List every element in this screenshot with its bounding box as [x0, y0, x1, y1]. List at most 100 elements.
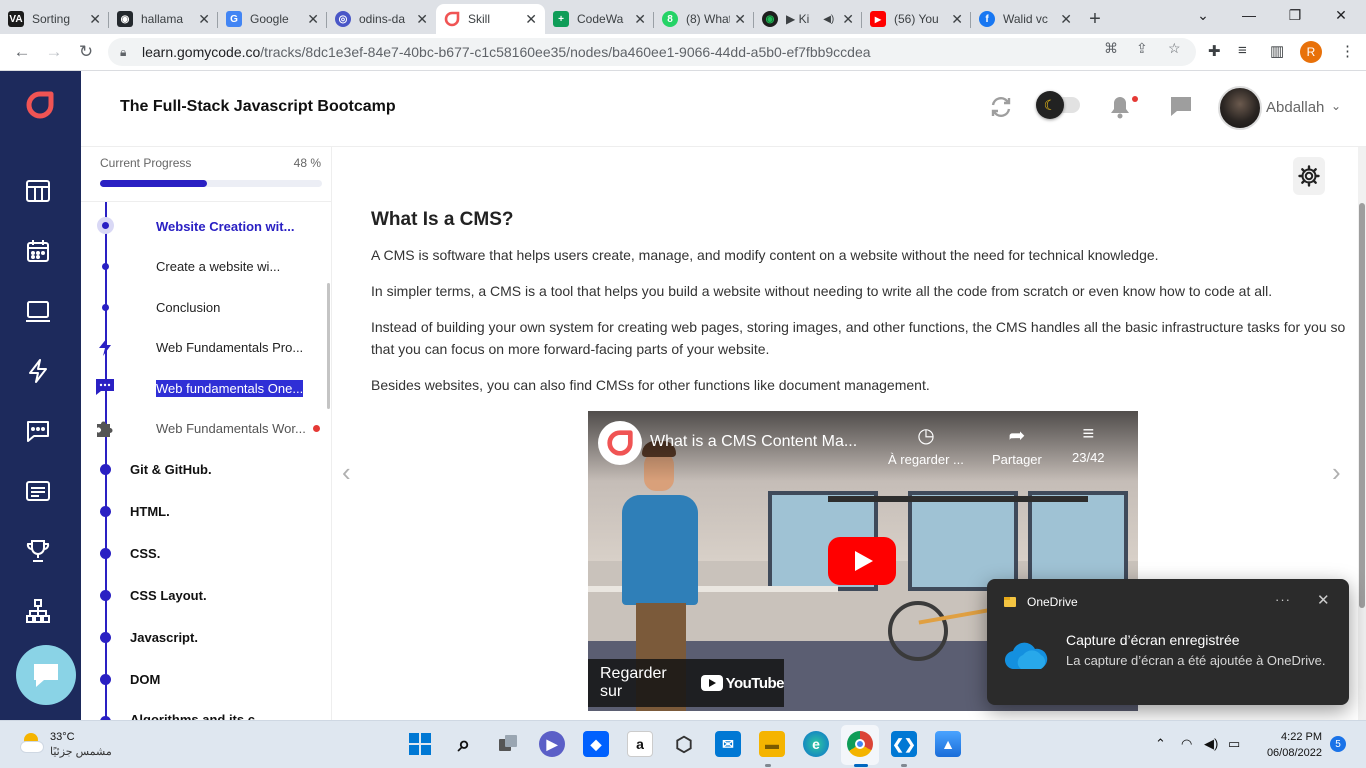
close-icon[interactable]: ✕: [525, 11, 537, 28]
extensions-icon[interactable]: ✚: [1208, 42, 1221, 60]
address-bar[interactable]: 🔒︎ learn.gomycode.co/tracks/8dc1e3ef-84e…: [108, 38, 1196, 66]
close-icon[interactable]: ✕: [734, 11, 746, 28]
close-icon[interactable]: ✕: [89, 11, 101, 28]
browser-tab[interactable]: ◉ ▶ Ki ◀) ✕: [754, 4, 862, 34]
module-item[interactable]: HTML.: [130, 504, 170, 519]
close-icon[interactable]: ✕: [1317, 591, 1330, 609]
tab-search-icon[interactable]: ⌄: [1180, 0, 1226, 30]
task-view-icon[interactable]: [495, 731, 521, 757]
browser-tab[interactable]: ◉ hallama ✕: [109, 4, 218, 34]
close-icon[interactable]: ✕: [951, 11, 963, 28]
page-scrollbar[interactable]: [1358, 147, 1366, 720]
watch-later-button[interactable]: ◷ À regarder ...: [888, 423, 964, 467]
module-item[interactable]: Javascript.: [130, 630, 198, 645]
trophy-icon[interactable]: [25, 538, 51, 564]
chevron-up-icon[interactable]: ⌃: [1155, 736, 1166, 752]
weather-widget[interactable]: 33°C مشمس جزئيًا: [20, 731, 112, 758]
edge-icon[interactable]: e: [803, 731, 829, 757]
module-item[interactable]: Algorithms and its c...: [130, 712, 266, 720]
sidebar-scrollbar[interactable]: [327, 283, 330, 409]
dropbox-icon[interactable]: ◆: [583, 731, 609, 757]
gomycode-logo[interactable]: [24, 89, 56, 121]
battery-icon[interactable]: ▭: [1228, 736, 1240, 752]
photos-icon[interactable]: ▲: [935, 731, 961, 757]
file-explorer-icon[interactable]: ▬: [759, 731, 785, 757]
close-icon[interactable]: ✕: [307, 11, 319, 28]
system-clock[interactable]: 4:22 PM 06/08/2022: [1260, 729, 1322, 761]
settings-button[interactable]: [1293, 157, 1325, 195]
scrollbar-thumb[interactable]: [1359, 203, 1365, 608]
play-button[interactable]: [828, 537, 896, 585]
playlist-button[interactable]: ≡ 23/42: [1072, 423, 1105, 465]
onedrive-notification[interactable]: OneDrive ··· ✕ Capture d’écran enregistr…: [987, 579, 1349, 705]
lightning-icon[interactable]: [25, 358, 51, 384]
watch-on-youtube-button[interactable]: Regarder sur YouTube: [588, 659, 785, 707]
dark-mode-toggle[interactable]: ☾: [1036, 91, 1080, 119]
refresh-icon[interactable]: [989, 95, 1013, 124]
previous-arrow[interactable]: ‹: [342, 457, 351, 488]
module-item[interactable]: CSS.: [130, 546, 160, 561]
lesson-item[interactable]: Conclusion: [156, 300, 220, 315]
translate-icon[interactable]: ⌘: [1104, 40, 1118, 57]
amazon-icon[interactable]: a: [627, 731, 653, 757]
media-control-icon[interactable]: ≡: [1238, 42, 1247, 59]
module-item[interactable]: DOM: [130, 672, 160, 687]
bell-icon[interactable]: [1109, 95, 1131, 124]
new-tab-button[interactable]: +: [1080, 4, 1110, 34]
support-chat-button[interactable]: [16, 645, 76, 705]
bookmark-star-icon[interactable]: ☆: [1168, 40, 1181, 57]
chevron-down-icon[interactable]: ⌄: [1331, 99, 1341, 113]
close-icon[interactable]: ✕: [416, 11, 428, 28]
settings-app-icon[interactable]: ⬡: [671, 731, 697, 757]
chat-icon[interactable]: [25, 418, 51, 444]
browser-tab[interactable]: ◎ odins-da ✕: [327, 4, 436, 34]
forward-icon[interactable]: →: [42, 40, 66, 64]
side-panel-icon[interactable]: ▥: [1270, 42, 1284, 60]
reload-icon[interactable]: ↻: [74, 40, 98, 64]
laptop-icon[interactable]: [25, 298, 51, 324]
browser-tab-active[interactable]: Skill ✕: [436, 4, 545, 34]
window-close-icon[interactable]: ✕: [1318, 0, 1364, 30]
browser-tab[interactable]: 8 (8) What ✕: [654, 4, 754, 34]
mail-icon[interactable]: ✉: [715, 731, 741, 757]
browser-tab[interactable]: + CodeWa ✕: [545, 4, 654, 34]
messages-icon[interactable]: [1169, 95, 1193, 122]
minimize-icon[interactable]: —: [1226, 0, 1272, 30]
windows-start-icon[interactable]: [407, 731, 433, 757]
lesson-item[interactable]: Web Fundamentals Pro...: [156, 340, 303, 355]
lesson-item[interactable]: Website Creation wit...: [156, 219, 294, 234]
lesson-item[interactable]: Create a website wi...: [156, 259, 280, 274]
module-item[interactable]: CSS Layout.: [130, 588, 207, 603]
share-icon[interactable]: ⇪: [1136, 40, 1148, 57]
close-icon[interactable]: ✕: [198, 11, 210, 28]
teams-chat-icon[interactable]: ▶: [539, 731, 565, 757]
user-name[interactable]: Abdallah: [1266, 99, 1324, 116]
module-item[interactable]: Git & GitHub.: [130, 462, 212, 477]
browser-tab[interactable]: f Walid vc ✕: [971, 4, 1080, 34]
wifi-icon[interactable]: ◠: [1181, 736, 1192, 752]
lesson-item[interactable]: Web fundamentals One...: [156, 380, 304, 397]
menu-icon[interactable]: ⋮: [1340, 42, 1355, 60]
notification-badge[interactable]: 5: [1330, 736, 1346, 752]
next-arrow[interactable]: ›: [1332, 457, 1341, 488]
lesson-item[interactable]: Web Fundamentals Wor...: [156, 421, 306, 436]
close-icon[interactable]: ✕: [1060, 11, 1072, 28]
channel-logo[interactable]: [598, 421, 642, 465]
close-icon[interactable]: ✕: [634, 11, 646, 28]
sitemap-icon[interactable]: [25, 598, 51, 624]
close-icon[interactable]: ✕: [842, 11, 854, 28]
vscode-icon[interactable]: ❮❯: [891, 731, 917, 757]
more-options-icon[interactable]: ···: [1275, 592, 1291, 607]
share-button[interactable]: ➦ Partager: [992, 423, 1042, 467]
profile-avatar[interactable]: R: [1300, 41, 1322, 63]
calendar-icon[interactable]: [25, 238, 51, 264]
volume-icon[interactable]: ◀): [1204, 736, 1218, 752]
restore-icon[interactable]: ❐: [1272, 0, 1318, 30]
browser-tab[interactable]: ▶ (56) You ✕: [862, 4, 971, 34]
resources-icon[interactable]: [25, 478, 51, 504]
browser-tab[interactable]: VA Sorting ✕: [0, 4, 109, 34]
back-icon[interactable]: ←: [10, 40, 34, 64]
browser-tab[interactable]: G Google ✕: [218, 4, 327, 34]
dashboard-icon[interactable]: [25, 178, 51, 204]
video-title[interactable]: What is a CMS Content Ma...: [650, 433, 857, 451]
